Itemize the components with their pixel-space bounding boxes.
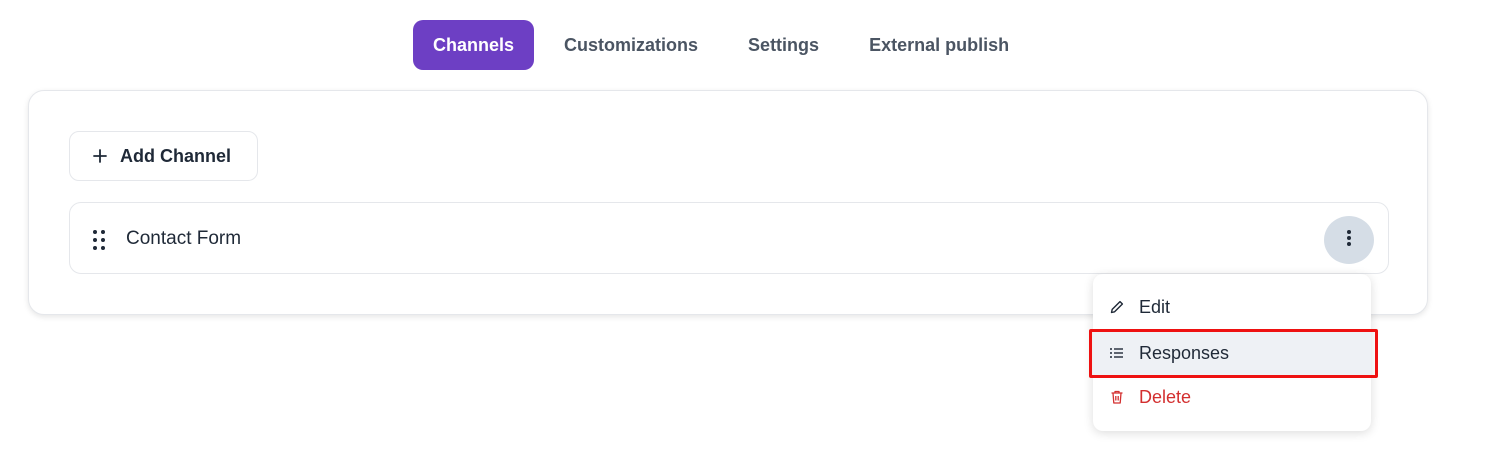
drag-handle-icon[interactable] <box>92 229 106 251</box>
tab-external-publish[interactable]: External publish <box>849 20 1029 70</box>
tab-bar: Channels Customizations Settings Externa… <box>413 20 1029 70</box>
channel-options-menu: Edit Responses Delete <box>1093 274 1371 431</box>
trash-icon <box>1109 389 1125 405</box>
channel-name: Contact Form <box>126 228 242 249</box>
list-icon <box>1109 345 1125 361</box>
add-channel-button[interactable]: Add Channel <box>69 131 258 181</box>
menu-item-responses[interactable]: Responses <box>1093 331 1371 375</box>
page: Channels Customizations Settings Externa… <box>0 0 1487 475</box>
plus-icon <box>92 148 108 164</box>
more-options-button[interactable] <box>1324 216 1374 264</box>
menu-item-edit[interactable]: Edit <box>1093 285 1371 329</box>
menu-item-delete[interactable]: Delete <box>1093 375 1371 419</box>
vertical-dots-icon <box>1346 229 1352 252</box>
tab-channels[interactable]: Channels <box>413 20 535 70</box>
menu-item-label: Delete <box>1139 386 1192 407</box>
tab-customizations[interactable]: Customizations <box>544 20 718 70</box>
menu-item-label: Responses <box>1139 342 1230 363</box>
add-channel-label: Add Channel <box>120 145 231 166</box>
pencil-icon <box>1109 299 1125 315</box>
channel-row[interactable]: Contact Form <box>69 202 1389 274</box>
tab-settings[interactable]: Settings <box>728 20 839 70</box>
menu-item-label: Edit <box>1139 296 1171 317</box>
